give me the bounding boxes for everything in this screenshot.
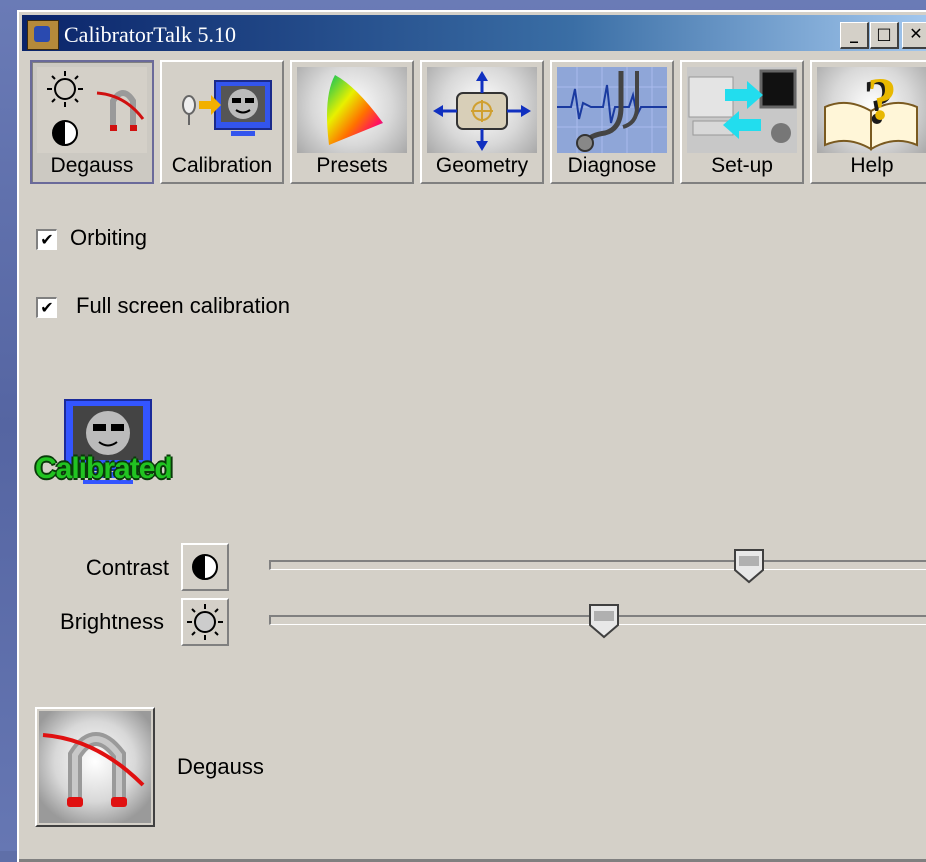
orbiting-checkbox[interactable]: ✔ bbox=[36, 229, 57, 250]
toolbar-calibration-label: Calibration bbox=[171, 154, 273, 177]
brightness-slider[interactable] bbox=[269, 604, 926, 639]
toolbar-presets[interactable]: Presets bbox=[290, 60, 414, 184]
title-bar[interactable]: CalibratorTalk 5.10 _ □ ✕ bbox=[22, 15, 926, 51]
minimize-button[interactable]: _ bbox=[840, 22, 869, 49]
orbiting-label[interactable]: Orbiting bbox=[70, 225, 147, 251]
help-book-icon: ? ? bbox=[817, 66, 926, 153]
stethoscope-icon bbox=[557, 67, 667, 153]
degauss-button[interactable] bbox=[35, 707, 155, 827]
degauss-action-label: Degauss bbox=[177, 754, 264, 779]
toolbar-setup[interactable]: Set-up bbox=[680, 60, 804, 184]
color-gamut-icon bbox=[297, 67, 407, 153]
geometry-arrows-icon bbox=[427, 67, 537, 153]
brightness-label: Brightness bbox=[60, 609, 164, 634]
calibration-monitor-icon bbox=[167, 67, 277, 153]
brightness-slider-thumb[interactable] bbox=[588, 603, 620, 639]
toolbar-degauss-label: Degauss bbox=[50, 154, 134, 177]
brightness-icon bbox=[181, 598, 229, 646]
degauss-icon bbox=[37, 67, 147, 153]
setup-arrows-icon bbox=[687, 67, 797, 153]
degauss-magnet-icon bbox=[39, 711, 151, 823]
toolbar-geometry-label: Geometry bbox=[435, 154, 529, 177]
toolbar-help-label: Help bbox=[850, 154, 894, 177]
window-title: CalibratorTalk 5.10 bbox=[64, 22, 236, 47]
calibrated-label: Calibrated bbox=[35, 452, 173, 485]
contrast-slider-thumb[interactable] bbox=[733, 548, 765, 584]
svg-text:?: ? bbox=[867, 67, 897, 132]
toolbar-setup-label: Set-up bbox=[711, 154, 773, 177]
app-window: CalibratorTalk 5.10 _ □ ✕ Degauss Calibr… bbox=[17, 10, 926, 862]
toolbar-degauss[interactable]: Degauss bbox=[30, 60, 154, 184]
contrast-label: Contrast bbox=[85, 555, 169, 580]
app-icon[interactable] bbox=[27, 20, 59, 50]
toolbar-calibration[interactable]: Calibration bbox=[160, 60, 284, 184]
full-screen-label[interactable]: Full screen calibration bbox=[76, 293, 290, 319]
calibration-status: Calibrated bbox=[35, 398, 205, 498]
toolbar-diagnose-label: Diagnose bbox=[567, 154, 657, 177]
toolbar-help[interactable]: ? ? Help bbox=[810, 60, 926, 184]
toolbar-presets-label: Presets bbox=[316, 154, 388, 177]
toolbar-diagnose[interactable]: Diagnose bbox=[550, 60, 674, 184]
toolbar-geometry[interactable]: Geometry bbox=[420, 60, 544, 184]
toolbar: Degauss Calibration Presets Geometry Dia… bbox=[30, 60, 926, 190]
maximize-button[interactable]: □ bbox=[870, 22, 899, 49]
full-screen-checkbox[interactable]: ✔ bbox=[36, 297, 57, 318]
contrast-icon bbox=[181, 543, 229, 591]
close-button[interactable]: ✕ bbox=[902, 22, 926, 49]
contrast-slider[interactable] bbox=[269, 549, 926, 584]
